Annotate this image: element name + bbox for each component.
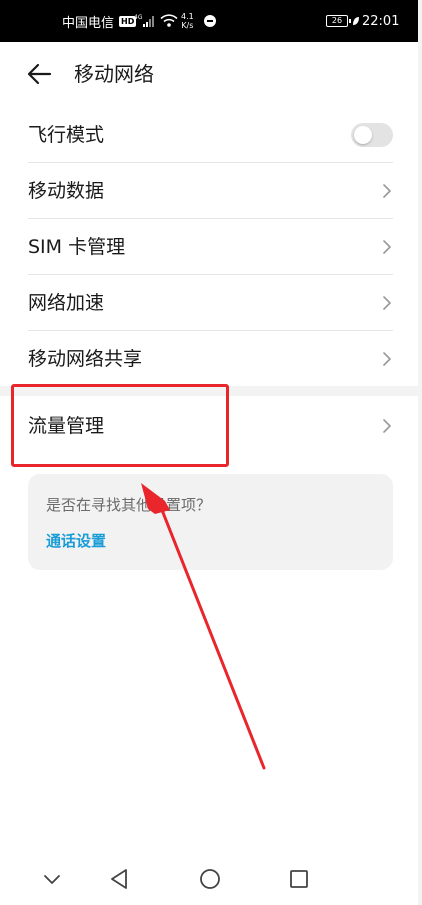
chevron-right-icon [383, 296, 391, 310]
call-settings-link[interactable]: 通话设置 [46, 530, 106, 551]
mobile-data-row[interactable]: 移动数据 [0, 163, 422, 219]
clock: 22:01 [362, 13, 400, 29]
wifi-icon [160, 0, 178, 42]
row-label: 飞行模式 [28, 124, 105, 146]
chevron-right-icon [383, 352, 391, 366]
suggestion-card: 是否在寻找其他设置项？ 通话设置 [28, 474, 393, 570]
annotation-highlight-box [11, 384, 229, 467]
row-label: 移动数据 [28, 180, 105, 202]
carrier-name: 中国电信 [62, 15, 115, 31]
battery-icon: 26 [326, 0, 351, 42]
navigation-bar [0, 853, 422, 905]
square-recent-icon[interactable] [287, 867, 311, 891]
airplane-mode-toggle[interactable] [351, 123, 393, 147]
back-arrow-icon[interactable] [26, 60, 54, 88]
chevron-right-icon [383, 240, 391, 254]
row-label: 移动网络共享 [28, 348, 143, 370]
page-title: 移动网络 [74, 62, 154, 86]
triangle-back-icon[interactable] [108, 867, 132, 891]
suggestion-question: 是否在寻找其他设置项？ [46, 496, 212, 514]
vpn-icon [203, 0, 217, 42]
signal-icon: 4G [134, 0, 156, 42]
row-label: 网络加速 [28, 292, 105, 314]
screen-edge [418, 0, 422, 905]
row-label: SIM 卡管理 [28, 236, 126, 258]
page-header: 移动网络 [0, 42, 422, 106]
power-saving-leaf-icon [352, 0, 360, 42]
chevron-down-icon[interactable] [40, 867, 64, 891]
network-speed: 4.1 K/s [181, 12, 194, 30]
svg-text:4G: 4G [134, 14, 143, 21]
circle-home-icon[interactable] [198, 867, 222, 891]
status-bar: 中国电信 HD 4G 4.1 K/s 26 22:01 [0, 0, 422, 42]
network-acceleration-row[interactable]: 网络加速 [0, 275, 422, 331]
airplane-mode-row[interactable]: 飞行模式 [0, 107, 422, 163]
toggle-knob [354, 126, 372, 144]
chevron-right-icon [383, 184, 391, 198]
sim-card-management-row[interactable]: SIM 卡管理 [0, 219, 422, 275]
mobile-hotspot-row[interactable]: 移动网络共享 [0, 331, 422, 387]
chevron-right-icon [383, 419, 391, 433]
